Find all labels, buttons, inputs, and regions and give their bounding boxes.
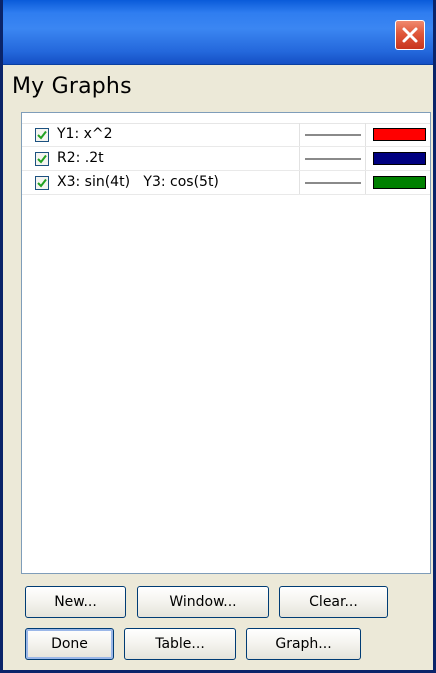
check-icon (37, 178, 47, 188)
graph-visible-checkbox[interactable] (35, 152, 49, 166)
color-swatch[interactable] (373, 152, 426, 165)
column-divider (365, 123, 366, 146)
close-button[interactable] (395, 20, 425, 50)
line-style-sample[interactable] (305, 182, 361, 184)
column-divider (299, 147, 300, 170)
graph-button[interactable]: Graph... (246, 628, 361, 660)
check-icon (37, 130, 47, 140)
table-button[interactable]: Table... (124, 628, 236, 660)
column-divider (365, 147, 366, 170)
column-divider (299, 171, 300, 194)
title-bar[interactable] (3, 0, 433, 65)
line-style-sample[interactable] (305, 158, 361, 160)
graph-equation: R2: .2t (57, 150, 104, 166)
color-swatch[interactable] (373, 176, 426, 189)
line-style-sample[interactable] (305, 134, 361, 136)
graph-list: Y1: x^2 R2: .2t X3: sin(4t) Y3: cos(5t) (21, 112, 431, 574)
my-graphs-window: My Graphs Y1: x^2 R2: .2t X3: sin(4t) Y3… (0, 0, 436, 673)
window-button[interactable]: Window... (137, 586, 269, 618)
new-button[interactable]: New... (25, 586, 126, 618)
column-divider (299, 123, 300, 146)
column-divider (365, 171, 366, 194)
graph-row[interactable]: R2: .2t (22, 147, 430, 171)
dialog-title: My Graphs (12, 74, 132, 99)
graph-visible-checkbox[interactable] (35, 128, 49, 142)
graph-row[interactable]: Y1: x^2 (22, 123, 430, 147)
close-icon (402, 27, 418, 43)
clear-button[interactable]: Clear... (279, 586, 388, 618)
color-swatch[interactable] (373, 128, 426, 141)
done-button[interactable]: Done (25, 628, 114, 660)
graph-visible-checkbox[interactable] (35, 176, 49, 190)
graph-row[interactable]: X3: sin(4t) Y3: cos(5t) (22, 171, 430, 195)
graph-equation: X3: sin(4t) Y3: cos(5t) (57, 174, 219, 190)
check-icon (37, 154, 47, 164)
graph-equation: Y1: x^2 (57, 126, 113, 142)
